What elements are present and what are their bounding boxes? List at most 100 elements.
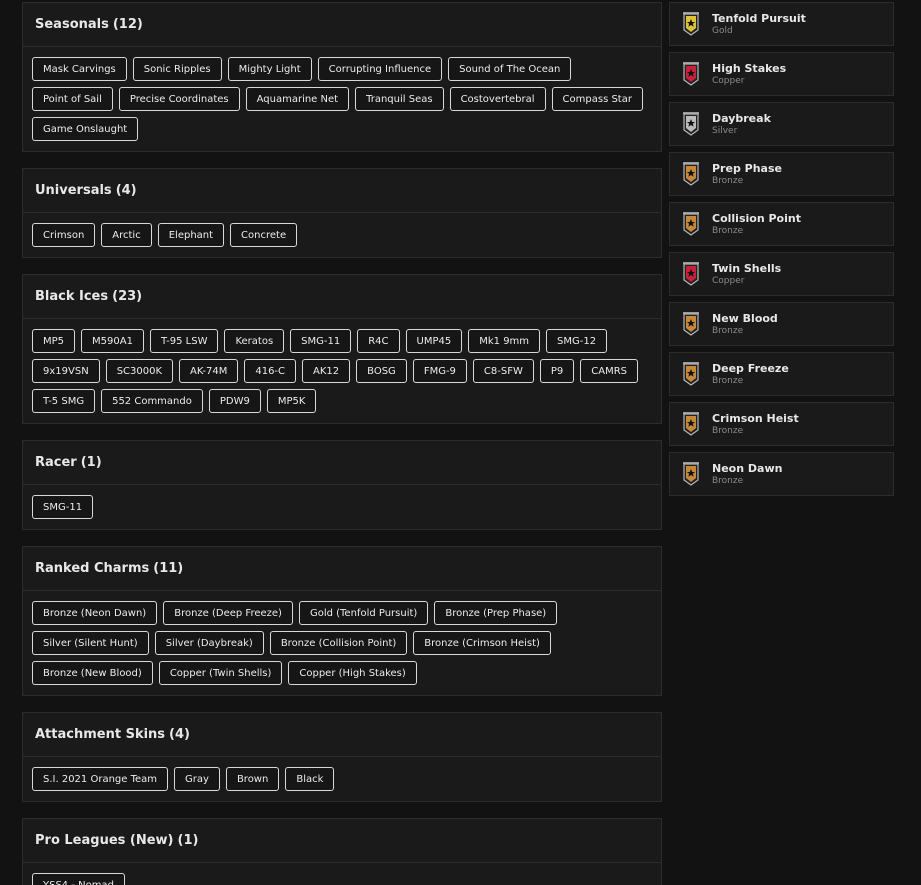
item-chip[interactable]: UMP45 <box>405 329 463 353</box>
item-chip[interactable]: SMG-12 <box>546 329 608 353</box>
section-header: Seasonals (12) <box>23 3 661 47</box>
item-chip[interactable]: Copper (Twin Shells) <box>158 661 283 685</box>
item-chip[interactable]: Mighty Light <box>227 57 312 81</box>
item-chip[interactable]: Corrupting Influence <box>317 57 443 81</box>
charm-name: Daybreak <box>712 111 771 125</box>
item-chip[interactable]: BOSG <box>356 359 407 383</box>
item-chip[interactable]: Sonic Ripples <box>132 57 222 81</box>
item-chip[interactable]: Bronze (Neon Dawn) <box>32 601 158 625</box>
charm-text: Neon Dawn Bronze <box>712 462 782 487</box>
charm-item[interactable]: High Stakes Copper <box>669 52 894 96</box>
item-chip[interactable]: R4C <box>357 329 400 353</box>
item-chip[interactable]: Precise Coordinates <box>118 87 240 111</box>
item-chip[interactable]: Arctic <box>101 223 152 247</box>
item-chip[interactable]: Sound of The Ocean <box>448 57 572 81</box>
item-chip[interactable]: Tranquil Seas <box>355 87 444 111</box>
item-chip[interactable]: Elephant <box>157 223 225 247</box>
charm-tier: Copper <box>712 75 745 86</box>
item-chip[interactable]: Bronze (New Blood) <box>32 661 153 685</box>
charm-name: Collision Point <box>712 211 801 225</box>
item-chip[interactable]: 416-C <box>244 359 297 383</box>
charm-item[interactable]: Twin Shells Copper <box>669 252 894 296</box>
charm-tier: Bronze <box>712 225 744 236</box>
item-chip[interactable]: Point of Sail <box>32 87 113 111</box>
item-chip[interactable]: P9 <box>539 359 575 383</box>
bronze-rank-banner-icon <box>683 162 699 186</box>
item-chip[interactable]: Mk1 9mm <box>468 329 541 353</box>
item-chip[interactable]: Costovertebral <box>449 87 546 111</box>
item-chip[interactable]: Brown <box>225 767 280 791</box>
item-chip[interactable]: MP5 <box>32 329 76 353</box>
item-chip[interactable]: M590A1 <box>81 329 144 353</box>
item-chip[interactable]: PDW9 <box>208 389 261 413</box>
charm-item[interactable]: Neon Dawn Bronze <box>669 452 894 496</box>
item-chip[interactable]: SMG-11 <box>290 329 352 353</box>
item-chip[interactable]: Crimson <box>32 223 96 247</box>
item-chip[interactable]: Bronze (Crimson Heist) <box>413 631 551 655</box>
item-chip[interactable]: FMG-9 <box>412 359 467 383</box>
item-chip[interactable]: 9x19VSN <box>32 359 100 383</box>
copper-rank-banner-icon <box>683 262 699 286</box>
item-chip[interactable]: AK-74M <box>179 359 239 383</box>
charm-item[interactable]: New Blood Bronze <box>669 302 894 346</box>
charm-text: Crimson Heist Bronze <box>712 412 799 437</box>
chip-list: SMG-11 <box>23 485 661 529</box>
copper-rank-banner-icon <box>683 62 699 86</box>
item-chip[interactable]: Compass Star <box>551 87 643 111</box>
item-chip[interactable]: Silver (Silent Hunt) <box>32 631 149 655</box>
section-header: Attachment Skins (4) <box>23 713 661 757</box>
item-chip[interactable]: CAMRS <box>580 359 639 383</box>
section-count: (1) <box>177 833 199 848</box>
item-chip[interactable]: AK12 <box>302 359 351 383</box>
section-title: Pro Leagues (New) <box>35 833 174 848</box>
silver-rank-banner-icon <box>683 112 699 136</box>
item-chip[interactable]: Black <box>285 767 335 791</box>
item-chip[interactable]: S.I. 2021 Orange Team <box>32 767 169 791</box>
item-chip[interactable]: T-95 LSW <box>149 329 219 353</box>
charm-text: Twin Shells Copper <box>712 262 781 287</box>
section-count: (4) <box>115 183 137 198</box>
item-chip[interactable]: Game Onslaught <box>32 117 139 141</box>
item-chip[interactable]: Mask Carvings <box>32 57 127 81</box>
chip-list: MP5 M590A1 T-95 LSW Keratos SMG-11 R4C UMP45 Mk… <box>23 319 661 423</box>
item-chip[interactable]: MP5K <box>266 389 317 413</box>
item-chip[interactable]: C8-SFW <box>472 359 534 383</box>
item-chip[interactable]: T-5 SMG <box>32 389 96 413</box>
item-chip[interactable]: Bronze (Prep Phase) <box>434 601 558 625</box>
item-chip[interactable]: YSS4 - Nomad <box>32 873 125 885</box>
section-title: Seasonals <box>35 17 109 32</box>
item-chip[interactable]: 552 Commando <box>101 389 203 413</box>
charm-text: New Blood Bronze <box>712 312 778 337</box>
section-pro-leagues-new: Pro Leagues (New) (1) YSS4 - Nomad <box>22 818 662 885</box>
charm-item[interactable]: Tenfold Pursuit Gold <box>669 2 894 46</box>
charm-name: Twin Shells <box>712 261 782 275</box>
charm-item[interactable]: Crimson Heist Bronze <box>669 402 894 446</box>
section-header: Ranked Charms (11) <box>23 547 661 591</box>
item-chip[interactable]: Silver (Daybreak) <box>154 631 264 655</box>
item-chip[interactable]: Aquamarine Net <box>245 87 350 111</box>
section-title: Attachment Skins <box>35 727 166 742</box>
item-chip[interactable]: SMG-11 <box>32 495 94 519</box>
charm-tier: Bronze <box>712 375 744 386</box>
charm-item[interactable]: Collision Point Bronze <box>669 202 894 246</box>
section-racer: Racer (1) SMG-11 <box>22 440 662 530</box>
item-chip[interactable]: SC3000K <box>105 359 174 383</box>
section-title: Ranked Charms <box>35 561 150 576</box>
gold-rank-banner-icon <box>683 12 699 36</box>
item-chip[interactable]: Bronze (Deep Freeze) <box>163 601 293 625</box>
item-chip[interactable]: Copper (High Stakes) <box>288 661 417 685</box>
charm-item[interactable]: Prep Phase Bronze <box>669 152 894 196</box>
charm-tier: Bronze <box>712 425 744 436</box>
item-chip[interactable]: Gray <box>174 767 220 791</box>
charm-item[interactable]: Deep Freeze Bronze <box>669 352 894 396</box>
section-header: Racer (1) <box>23 441 661 485</box>
charm-tier: Silver <box>712 125 738 136</box>
item-sections: Seasonals (12) Mask Carvings Sonic Ripples M… <box>22 2 662 885</box>
item-chip[interactable]: Keratos <box>224 329 285 353</box>
item-chip[interactable]: Gold (Tenfold Pursuit) <box>298 601 429 625</box>
item-chip[interactable]: Concrete <box>230 223 298 247</box>
section-ranked-charms: Ranked Charms (11) Bronze (Neon Dawn) Bronz… <box>22 546 662 696</box>
item-chip[interactable]: Bronze (Collision Point) <box>269 631 408 655</box>
chip-list: Mask Carvings Sonic Ripples Mighty Light Co… <box>23 47 661 151</box>
charm-item[interactable]: Daybreak Silver <box>669 102 894 146</box>
